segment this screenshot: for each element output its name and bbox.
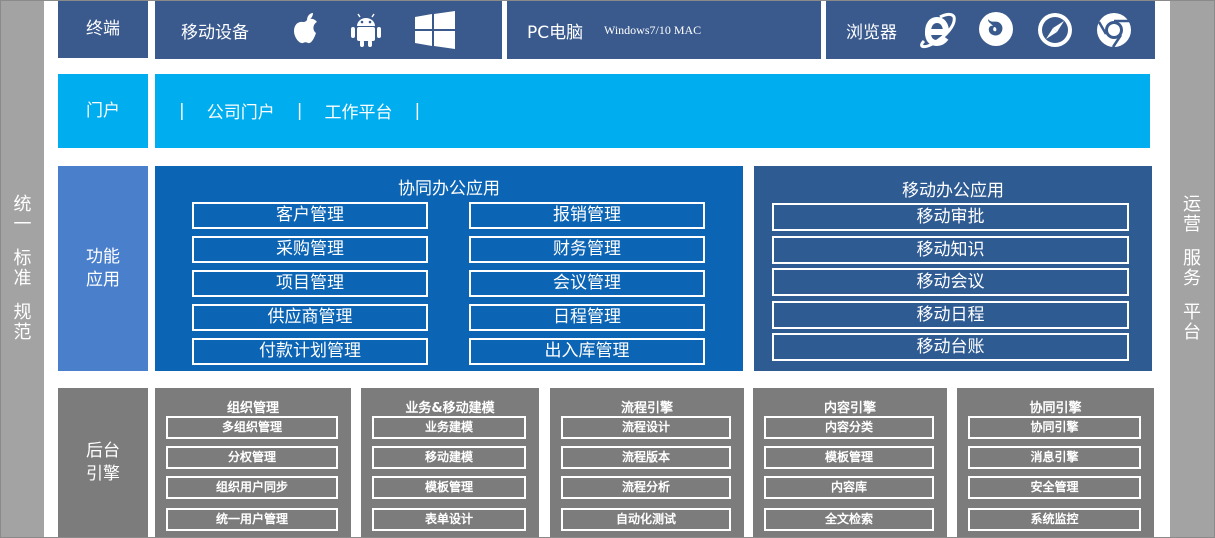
firefox-icon xyxy=(979,12,1013,46)
chrome-icon xyxy=(1097,13,1131,48)
pc-label: PC电脑 xyxy=(527,22,584,43)
portal-bar: | 公司门户 | 工作平台 | xyxy=(155,74,1150,148)
engine-module-box[interactable]: 协同引擎 xyxy=(968,416,1141,439)
engine-module-box[interactable]: 流程分析 xyxy=(561,476,731,499)
portal-separator: | xyxy=(296,100,303,121)
left-rail-char: 统 xyxy=(13,194,32,215)
apple-icon xyxy=(294,13,317,44)
function-label-line: 功能 xyxy=(86,246,120,267)
terminal-devices: 移动设备 PC电脑 Windows7/10 MAC 浏览器 xyxy=(155,1,1155,59)
backend-group: 组织管理 多组织管理 分权管理 组织用户同步 统一用户管理 xyxy=(155,388,351,537)
right-rail-char: 运 xyxy=(1183,194,1201,215)
browser-label: 浏览器 xyxy=(846,22,897,43)
module-box[interactable]: 移动会议 xyxy=(772,268,1129,296)
backend-label: 后台 引擎 xyxy=(58,388,148,537)
safari-icon xyxy=(1038,13,1072,47)
portal-separator: | xyxy=(179,100,185,121)
collab-apps-panel: 协同办公应用 客户管理采购管理项目管理供应商管理付款计划管理 报销管理财务管理会… xyxy=(155,166,743,371)
left-rail-char: 标 xyxy=(13,248,32,269)
backend-group: 流程引擎 流程设计 流程版本 流程分析 自动化测试 xyxy=(550,388,744,537)
android-icon xyxy=(351,13,381,47)
mobile-apps-panel: 移动办公应用 移动审批移动知识移动会议移动日程移动台账 xyxy=(754,166,1152,371)
module-box[interactable]: 报销管理 xyxy=(469,202,705,229)
function-label-line: 应用 xyxy=(86,269,120,290)
engine-module-box[interactable]: 内容库 xyxy=(764,476,934,499)
backend-label-line: 引擎 xyxy=(86,463,120,484)
module-box[interactable]: 客户管理 xyxy=(192,202,428,229)
backend-label-line: 后台 xyxy=(86,440,120,461)
engine-module-box[interactable]: 消息引擎 xyxy=(968,446,1141,469)
engine-module-box[interactable]: 流程设计 xyxy=(561,416,731,439)
collab-apps-title: 协同办公应用 xyxy=(398,179,500,199)
engine-module-box[interactable]: 分权管理 xyxy=(166,446,338,469)
pc-os-text: Windows7/10 MAC xyxy=(604,22,702,37)
module-box[interactable]: 付款计划管理 xyxy=(192,338,428,365)
mobile-devices-label: 移动设备 xyxy=(181,22,249,43)
engine-module-box[interactable]: 统一用户管理 xyxy=(166,508,338,531)
engine-module-box[interactable]: 模板管理 xyxy=(372,476,526,499)
left-rail-char: 范 xyxy=(13,322,32,343)
right-rail-char: 平 xyxy=(1183,302,1201,323)
browser-segment: 浏览器 xyxy=(826,1,1155,59)
right-rail-operation-service: 运 营 服 务 平 台 xyxy=(1170,1,1214,537)
module-box[interactable]: 出入库管理 xyxy=(469,338,705,365)
engine-module-box[interactable]: 内容分类 xyxy=(764,416,934,439)
backend-group: 协同引擎 协同引擎 消息引擎 安全管理 系统监控 xyxy=(957,388,1154,537)
engine-module-box[interactable]: 多组织管理 xyxy=(166,416,338,439)
engine-module-box[interactable]: 流程版本 xyxy=(561,446,731,469)
engine-module-box[interactable]: 表单设计 xyxy=(372,508,526,531)
right-rail-char: 务 xyxy=(1183,268,1201,289)
terminal-label-text: 终端 xyxy=(86,19,120,39)
portal-workbench[interactable]: 工作平台 xyxy=(324,98,392,123)
engine-module-box[interactable]: 安全管理 xyxy=(968,476,1141,499)
engine-module-box[interactable]: 自动化测试 xyxy=(561,508,731,531)
module-box[interactable]: 采购管理 xyxy=(192,236,428,263)
right-rail-char: 营 xyxy=(1183,214,1201,235)
right-rail-char: 台 xyxy=(1183,322,1201,343)
backend-group: 内容引擎 内容分类 模板管理 内容库 全文检索 xyxy=(753,388,947,537)
function-label: 功能 应用 xyxy=(58,166,148,371)
portal-label: 门户 xyxy=(58,74,148,148)
module-box[interactable]: 移动审批 xyxy=(772,203,1129,231)
engine-module-box[interactable]: 系统监控 xyxy=(968,508,1141,531)
module-box[interactable]: 移动日程 xyxy=(772,300,1129,329)
module-box[interactable]: 供应商管理 xyxy=(192,304,428,331)
backend-group: 业务&移动建模 业务建模 移动建模 模板管理 表单设计 xyxy=(361,388,539,537)
right-rail-char: 服 xyxy=(1183,248,1201,269)
mobile-apps-title: 移动办公应用 xyxy=(902,181,1004,201)
module-box[interactable]: 移动台账 xyxy=(772,333,1129,361)
backend-engines: 组织管理 多组织管理 分权管理 组织用户同步 统一用户管理 业务&移动建模 业务建模 移动建模… xyxy=(155,388,1154,537)
engine-module-box[interactable]: 模板管理 xyxy=(764,446,934,469)
engine-module-box[interactable]: 全文检索 xyxy=(764,508,934,531)
ie-icon xyxy=(920,12,956,49)
left-rail-char: 准 xyxy=(13,268,32,289)
left-rail-unified-standards: 统 一 标 准 规 范 xyxy=(1,1,44,537)
module-box[interactable]: 移动知识 xyxy=(772,235,1129,264)
module-box[interactable]: 会议管理 xyxy=(469,270,705,297)
module-box[interactable]: 项目管理 xyxy=(192,270,428,297)
module-box[interactable]: 财务管理 xyxy=(469,236,705,263)
engine-module-box[interactable]: 业务建模 xyxy=(372,416,526,439)
module-box[interactable]: 日程管理 xyxy=(469,304,705,331)
windows-icon xyxy=(415,11,455,49)
engine-module-box[interactable]: 组织用户同步 xyxy=(166,476,338,499)
portal-company[interactable]: 公司门户 xyxy=(207,98,275,123)
portal-label-text: 门户 xyxy=(86,100,120,121)
left-rail-char: 规 xyxy=(13,302,32,323)
terminal-label: 终端 xyxy=(58,1,148,58)
mobile-devices-segment: 移动设备 xyxy=(155,1,502,59)
portal-separator: | xyxy=(414,100,421,121)
left-rail-char: 一 xyxy=(13,214,32,235)
pc-segment: PC电脑 Windows7/10 MAC xyxy=(507,1,821,59)
engine-module-box[interactable]: 移动建模 xyxy=(372,446,526,469)
